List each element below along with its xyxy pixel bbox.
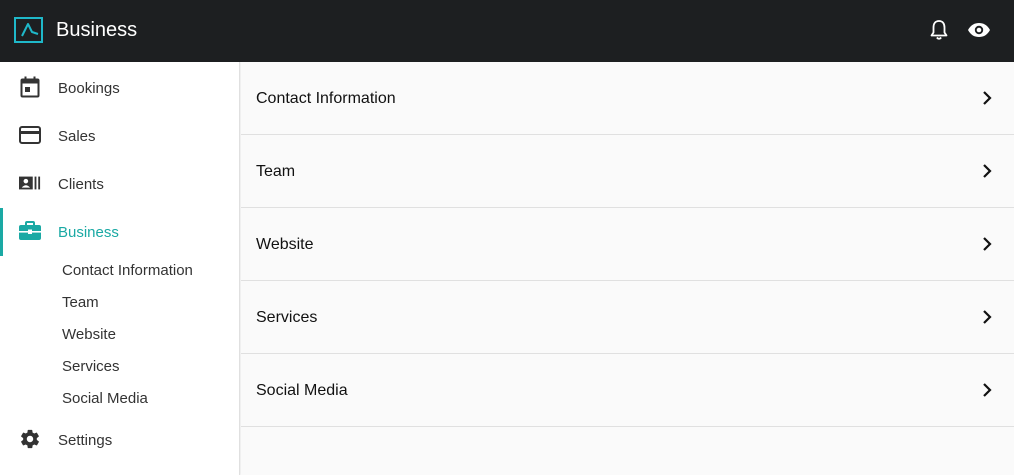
sidebar-subitem-social-media[interactable]: Social Media [62, 390, 148, 408]
list-item-services[interactable]: Services [241, 281, 1014, 354]
chevron-right-icon [978, 160, 996, 182]
list-item-contact-information[interactable]: Contact Information [241, 62, 1014, 135]
list-item-label: Services [256, 309, 318, 326]
list-item-website[interactable]: Website [241, 208, 1014, 281]
briefcase-icon [19, 220, 41, 242]
gear-icon [19, 428, 41, 450]
chevron-right-icon [978, 233, 996, 255]
bell-icon[interactable] [926, 17, 952, 43]
sidebar-item-settings[interactable]: Settings [0, 416, 240, 464]
sidebar-item-label: Bookings [58, 80, 120, 97]
contacts-card-icon [19, 172, 41, 194]
sidebar-item-business[interactable]: Business [0, 208, 240, 256]
sidebar-item-label: Sales [58, 128, 96, 145]
list-item-label: Team [256, 163, 296, 180]
eye-icon[interactable] [966, 17, 992, 43]
sidebar-item-bookings[interactable]: Bookings [0, 64, 240, 112]
sidebar-subitem-services[interactable]: Services [62, 358, 120, 376]
chevron-right-icon [978, 87, 996, 109]
list-item-label: Website [256, 236, 314, 253]
top-app-bar: Business [0, 0, 1014, 62]
sidebar-item-label: Business [58, 224, 119, 241]
calendar-icon [19, 76, 41, 98]
sidebar: Bookings Sales Clients Business Contact … [0, 62, 240, 475]
list-item-team[interactable]: Team [241, 135, 1014, 208]
chevron-right-icon [978, 379, 996, 401]
list-item-label: Social Media [256, 382, 348, 399]
chevron-right-icon [978, 306, 996, 328]
list-item-social-media[interactable]: Social Media [241, 354, 1014, 427]
sidebar-item-sales[interactable]: Sales [0, 112, 240, 160]
credit-card-icon [19, 124, 41, 146]
list-item-label: Contact Information [256, 90, 396, 107]
sidebar-item-label: Settings [58, 432, 113, 449]
sidebar-subitem-website[interactable]: Website [62, 326, 116, 344]
sidebar-item-label: Clients [58, 176, 104, 193]
sidebar-subitem-team[interactable]: Team [62, 294, 99, 312]
brand-logo-icon[interactable] [14, 17, 43, 43]
page-title: Business [56, 19, 138, 41]
business-settings-list: Contact Information Team Website Service… [241, 62, 1014, 475]
sidebar-item-clients[interactable]: Clients [0, 160, 240, 208]
sidebar-subitem-contact-information[interactable]: Contact Information [62, 262, 193, 280]
